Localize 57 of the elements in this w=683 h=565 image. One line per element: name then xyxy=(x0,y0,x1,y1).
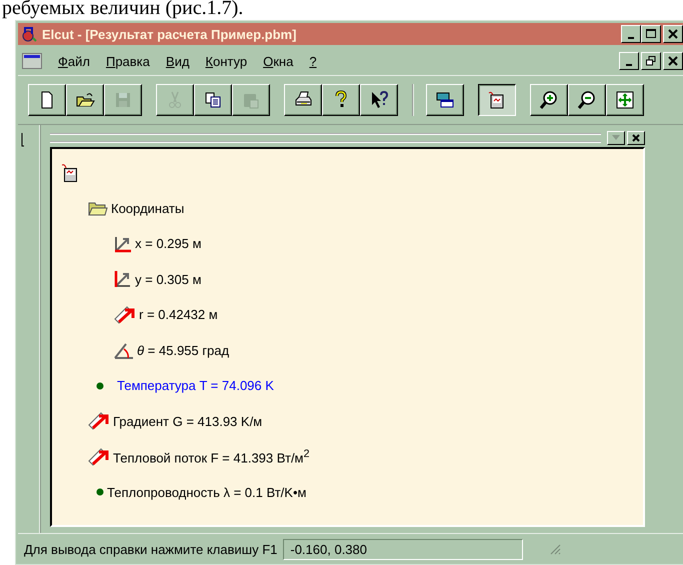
tree-item[interactable]: Температура T = 74.096 K xyxy=(117,378,274,394)
resize-grip-icon[interactable] xyxy=(549,543,562,555)
maximize-icon xyxy=(646,29,656,39)
window-title: Elcut - [Результат расчета Пример.pbm] xyxy=(42,26,296,42)
caret-icon xyxy=(612,135,620,141)
close-icon xyxy=(668,56,678,66)
close-button[interactable] xyxy=(627,131,645,145)
menu-item[interactable]: ? xyxy=(309,54,317,68)
tree-item[interactable]: r = 0.42432 м xyxy=(139,307,218,322)
status-message: Для вывода справки нажмите клавишу F1 xyxy=(24,542,278,556)
pointer-help-icon xyxy=(369,90,389,110)
arrow-icon xyxy=(114,304,136,325)
document-window-icon[interactable] xyxy=(22,53,42,69)
document-text: ребуемых величин (рис.1.7). xyxy=(1,0,244,20)
tree-item[interactable]: y = 0.305 м xyxy=(135,272,202,287)
axes-icon xyxy=(114,234,132,253)
menu-item[interactable]: Контур xyxy=(205,54,248,68)
tree-item[interactable]: θ = 45.955 град xyxy=(137,342,230,358)
menu-item[interactable]: Файл xyxy=(58,54,90,68)
axes-icon xyxy=(114,270,132,288)
coordinates-readout: -0.160, 0.380 xyxy=(283,538,524,560)
tree-item[interactable]: Тепловой поток F = 41.393 Вт/м$^{2}$ xyxy=(113,448,310,466)
minimize-button[interactable] xyxy=(619,52,639,70)
fit-icon xyxy=(615,90,635,110)
tree-item[interactable]: Координаты xyxy=(111,200,184,216)
minimize-icon xyxy=(628,37,634,39)
minimize-button[interactable] xyxy=(621,25,641,43)
toolbar-button[interactable] xyxy=(478,84,516,116)
bullet-icon xyxy=(96,382,104,390)
tree-item[interactable]: Градиент G = 413.93 K/м xyxy=(113,414,262,429)
copy-icon xyxy=(203,90,223,110)
app-icon xyxy=(20,25,38,43)
zoom-in-icon xyxy=(539,90,559,110)
menu-item[interactable]: Окна xyxy=(263,54,294,68)
menu-item[interactable]: Правка xyxy=(106,54,150,68)
document-icon xyxy=(62,164,78,182)
close-button[interactable] xyxy=(663,25,683,43)
dropdown-button[interactable] xyxy=(607,131,625,145)
close-icon xyxy=(632,134,640,142)
angle-icon xyxy=(114,341,134,360)
zoom-out-icon xyxy=(577,90,597,110)
arrow-icon xyxy=(88,411,110,432)
windows-icon xyxy=(435,90,455,110)
close-button[interactable] xyxy=(663,52,683,70)
close-icon xyxy=(668,29,678,39)
tree-item[interactable]: x = 0.295 м xyxy=(135,236,202,252)
tree-item[interactable]: Теплопроводность λ = 0.1 Вт/K•м xyxy=(107,484,306,500)
panel-grip[interactable] xyxy=(50,133,601,143)
menu-item[interactable]: Вид xyxy=(166,54,190,68)
maximize-button[interactable] xyxy=(641,25,661,43)
restore-icon xyxy=(646,56,656,66)
splitter-grip-icon[interactable] xyxy=(21,133,25,147)
minimize-icon xyxy=(626,64,632,66)
restore-button[interactable] xyxy=(641,52,661,70)
folder-icon xyxy=(88,200,108,216)
bullet-icon xyxy=(96,488,104,496)
arrow-icon xyxy=(88,446,110,467)
